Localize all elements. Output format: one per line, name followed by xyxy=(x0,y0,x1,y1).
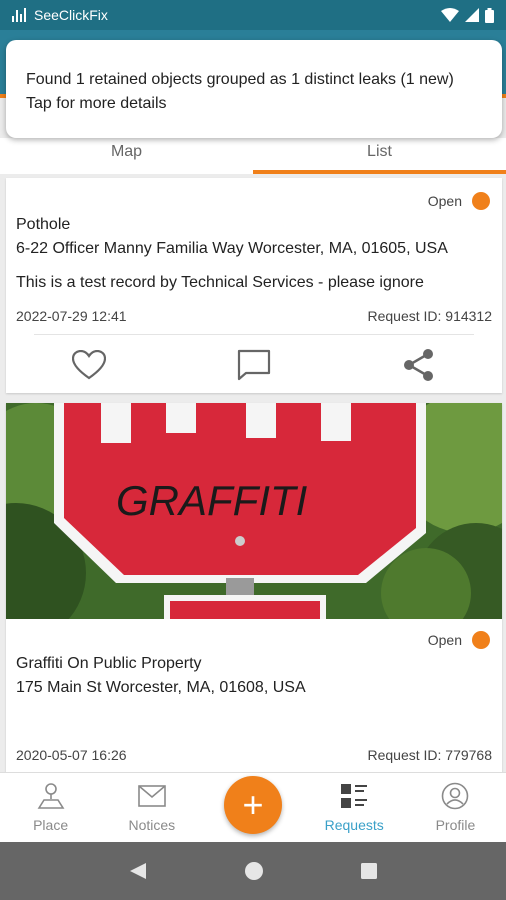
status-bar: SeeClickFix xyxy=(0,0,506,30)
app-notification-icon xyxy=(12,8,26,22)
comment-icon[interactable] xyxy=(234,345,274,385)
leak-notification-toast[interactable]: Found 1 retained objects grouped as 1 di… xyxy=(6,40,502,138)
place-icon xyxy=(36,781,66,811)
back-icon[interactable] xyxy=(128,861,148,881)
status-dot xyxy=(472,192,490,210)
card-divider xyxy=(34,334,474,335)
status-label: Open xyxy=(427,632,462,648)
nav-label: Requests xyxy=(324,817,384,833)
nav-label: Place xyxy=(33,817,69,833)
toast-details-hint: Tap for more details xyxy=(26,95,167,112)
request-address: 175 Main St Worcester, MA, 01608, USA xyxy=(16,679,306,696)
request-description: This is a test record by Technical Servi… xyxy=(16,274,424,291)
request-address: 6-22 Officer Manny Familia Way Worcester… xyxy=(16,240,448,257)
stop-sign-graffiti-photo[interactable]: GRAFFITI xyxy=(6,403,502,619)
view-tabs: Map List xyxy=(0,138,506,174)
mail-icon xyxy=(137,781,167,811)
nav-profile[interactable]: Profile xyxy=(405,773,506,842)
toast-message: Found 1 retained objects grouped as 1 di… xyxy=(26,71,454,88)
status-badge: Open xyxy=(428,631,490,649)
list-icon xyxy=(339,781,369,811)
status-badge: Open xyxy=(428,192,490,210)
request-date: 2022-07-29 12:41 xyxy=(16,308,127,324)
request-date: 2020-05-07 16:26 xyxy=(16,747,127,763)
battery-icon xyxy=(485,7,494,23)
signal-icon xyxy=(465,8,479,22)
add-request-button[interactable]: + xyxy=(224,776,282,834)
request-title: Pothole xyxy=(16,216,71,233)
profile-icon xyxy=(440,781,470,811)
nav-place[interactable]: Place xyxy=(0,773,101,842)
request-id: Request ID: 779768 xyxy=(367,747,492,763)
heart-icon[interactable] xyxy=(69,345,109,385)
system-navigation-bar xyxy=(0,842,506,900)
tab-map[interactable]: Map xyxy=(0,138,253,174)
request-list[interactable]: Open Pothole 6-22 Officer Manny Familia … xyxy=(0,174,506,772)
share-icon[interactable] xyxy=(399,345,439,385)
nav-requests[interactable]: Requests xyxy=(304,773,405,842)
status-dot xyxy=(472,631,490,649)
request-card[interactable]: Open Pothole 6-22 Officer Manny Familia … xyxy=(6,178,502,393)
request-title: Graffiti On Public Property xyxy=(16,655,202,672)
status-label: Open xyxy=(427,193,462,209)
wifi-icon xyxy=(441,8,459,22)
tab-list[interactable]: List xyxy=(253,138,506,174)
nav-notices[interactable]: Notices xyxy=(101,773,202,842)
svg-text:GRAFFITI: GRAFFITI xyxy=(116,477,308,524)
recents-icon[interactable] xyxy=(360,862,378,880)
status-app-name: SeeClickFix xyxy=(34,7,108,23)
card-actions xyxy=(6,345,502,385)
request-card[interactable]: GRAFFITI Open Graffiti On Public Propert… xyxy=(6,403,502,772)
request-id: Request ID: 914312 xyxy=(367,308,492,324)
home-icon[interactable] xyxy=(244,861,264,881)
nav-label: Profile xyxy=(435,817,476,833)
nav-label: Notices xyxy=(128,817,176,833)
